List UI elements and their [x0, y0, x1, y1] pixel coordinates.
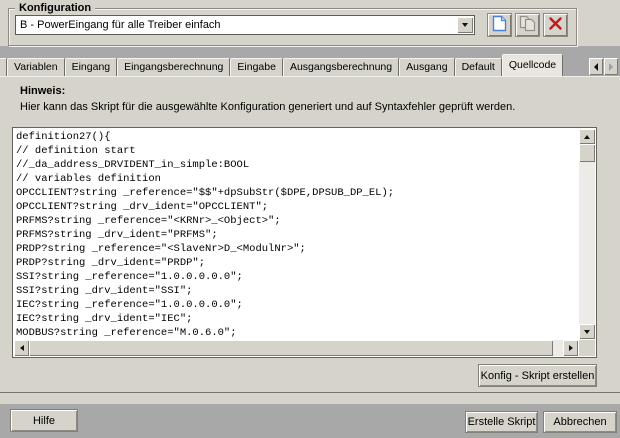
code-line: PRFMS?string _reference="<KRNr>_<Object>… [16, 214, 577, 228]
vertical-scrollbar[interactable] [579, 129, 595, 339]
konfig-skript-erstellen-button[interactable]: Konfig - Skript erstellen [478, 364, 597, 387]
delete-config-button[interactable] [543, 13, 568, 37]
tab-scroll-arrows [588, 58, 618, 75]
arrow-right-icon [569, 345, 573, 351]
code-line: // variables definition [16, 172, 577, 186]
arrow-down-icon [584, 330, 590, 334]
tabs-row: Variablen Eingang Eingangsberechnung Ein… [7, 54, 588, 76]
code-line: PRFMS?string _drv_ident="PRFMS"; [16, 228, 577, 242]
tab-page-quellcode: Hinweis: Hier kann das Skript für die au… [0, 76, 620, 393]
tab-default[interactable]: Default [455, 58, 502, 76]
scroll-right-button[interactable] [563, 340, 578, 356]
config-dropdown-button[interactable] [457, 17, 473, 33]
tab-ausgangsberechnung[interactable]: Ausgangsberechnung [283, 58, 399, 76]
delete-x-icon [548, 16, 563, 34]
arrow-up-icon [584, 135, 590, 139]
groupbox-title: Konfiguration [15, 2, 95, 14]
copy-icon [519, 15, 536, 35]
scroll-down-button[interactable] [579, 324, 595, 339]
code-line: OPCCLIENT?string _drv_ident="OPCCLIENT"; [16, 200, 577, 214]
arrow-right-icon [609, 63, 613, 71]
code-line: definition27(){ [16, 130, 577, 144]
tab-sliver[interactable] [0, 58, 7, 76]
code-line: MODBUS?string _reference="M.0.6.0"; [16, 326, 577, 338]
code-line: SSI?string _drv_ident="SSI"; [16, 284, 577, 298]
scroll-left-button[interactable] [14, 340, 29, 356]
hscroll-thumb[interactable] [29, 340, 553, 356]
chevron-down-icon [462, 23, 468, 27]
tab-eingabe[interactable]: Eingabe [230, 58, 283, 76]
script-code[interactable]: definition27(){ // definition start //_d… [16, 130, 577, 338]
new-document-icon [492, 15, 507, 35]
konfiguration-groupbox: Konfiguration B - PowerEingang für alle … [8, 8, 577, 46]
code-line: IEC?string _drv_ident="IEC"; [16, 312, 577, 326]
tab-eingangsberechnung[interactable]: Eingangsberechnung [117, 58, 230, 76]
new-config-button[interactable] [487, 13, 512, 37]
tab-variablen[interactable]: Variablen [7, 58, 65, 76]
tab-ausgang[interactable]: Ausgang [399, 58, 454, 76]
code-line: PRDP?string _drv_ident="PRDP"; [16, 256, 577, 270]
code-line: SSI?string _reference="1.0.0.0.0.0"; [16, 270, 577, 284]
tab-scroll-left-button[interactable] [589, 58, 603, 75]
hint-label: Hinweis: [20, 85, 65, 97]
script-editor[interactable]: definition27(){ // definition start //_d… [12, 127, 597, 358]
code-line: IEC?string _reference="1.0.0.0.0.0"; [16, 298, 577, 312]
copy-config-button[interactable] [515, 13, 540, 37]
scroll-up-button[interactable] [579, 129, 595, 144]
tab-bar: Variablen Eingang Eingangsberechnung Ein… [0, 46, 620, 76]
code-line: //_da_address_DRVIDENT_in_simple:BOOL [16, 158, 577, 172]
bottom-button-bar: Hilfe Erstelle Skript Abbrechen [0, 404, 620, 438]
erstelle-skript-button[interactable]: Erstelle Skript [465, 411, 538, 433]
abbrechen-button[interactable]: Abbrechen [543, 411, 617, 433]
vscroll-thumb[interactable] [579, 144, 595, 162]
top-panel: Konfiguration B - PowerEingang für alle … [0, 0, 620, 46]
code-line: // definition start [16, 144, 577, 158]
tab-quellcode[interactable]: Quellcode [502, 54, 563, 76]
config-select-value: B - PowerEingang für alle Treiber einfac… [20, 19, 221, 31]
page-bottom-strip [0, 393, 620, 404]
konfiguration-dialog: Konfiguration B - PowerEingang für alle … [0, 0, 620, 438]
arrow-left-icon [20, 345, 24, 351]
code-line: PRDP?string _reference="<SlaveNr>D_<Modu… [16, 242, 577, 256]
arrow-left-icon [594, 63, 598, 71]
horizontal-scrollbar[interactable] [14, 340, 578, 356]
hint-text: Hier kann das Skript für die ausgewählte… [20, 101, 515, 113]
tab-eingang[interactable]: Eingang [65, 58, 118, 76]
scrollbar-corner [579, 340, 595, 356]
config-select[interactable]: B - PowerEingang für alle Treiber einfac… [15, 15, 475, 35]
code-line: OPCCLIENT?string _reference="$$"+dpSubSt… [16, 186, 577, 200]
tab-scroll-right-button[interactable] [604, 58, 618, 75]
hilfe-button[interactable]: Hilfe [10, 409, 78, 432]
